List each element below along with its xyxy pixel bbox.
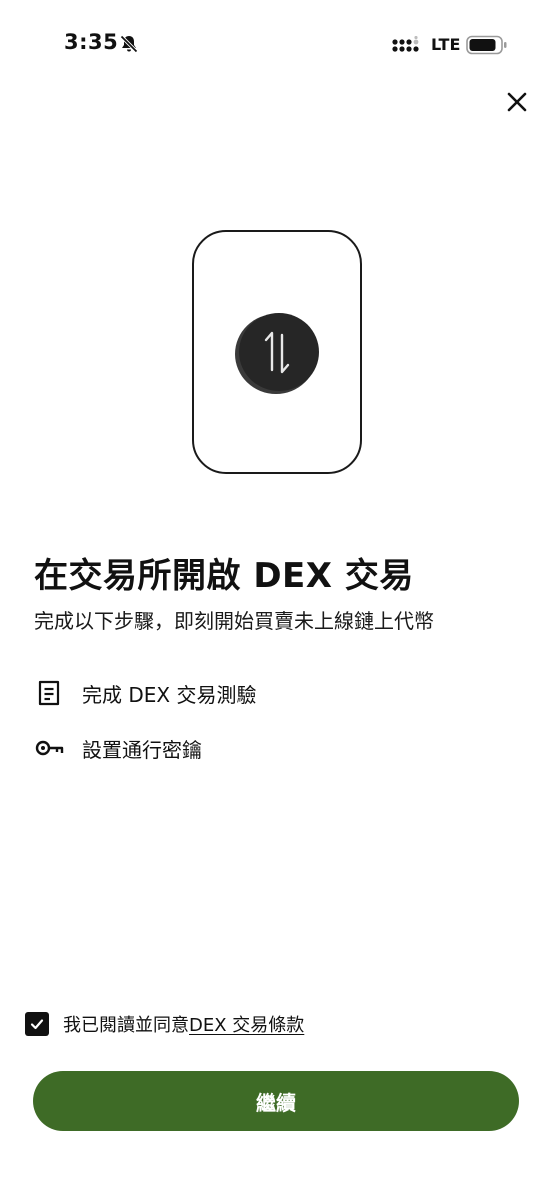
terms-link[interactable]: DEX 交易條款 — [189, 1011, 304, 1037]
page-subtitle: 完成以下步驟，即刻開始買賣未上線鏈上代幣 — [34, 609, 434, 633]
terms-text: 我已閱讀並同意 — [63, 1015, 189, 1036]
terms-checkbox[interactable] — [25, 1012, 49, 1036]
battery-icon — [466, 35, 507, 55]
status-bar: 3:35 LTE — [0, 0, 552, 90]
step-label: 完成 DEX 交易測驗 — [82, 682, 257, 707]
step-set-passkey: 設置通行密鑰 — [34, 731, 202, 765]
step-label: 設置通行密鑰 — [82, 737, 202, 762]
swap-arrows-icon — [235, 313, 319, 394]
page-title: 在交易所開啟 DEX 交易 — [34, 556, 414, 596]
bell-slash-icon — [120, 35, 138, 53]
key-icon — [35, 740, 64, 756]
network-label: LTE — [431, 35, 461, 54]
signal-icon — [392, 36, 419, 52]
close-button[interactable] — [500, 85, 534, 119]
step-complete-quiz: 完成 DEX 交易測驗 — [34, 676, 256, 710]
status-time: 3:35 — [64, 30, 119, 54]
dex-illustration — [192, 230, 362, 474]
continue-button[interactable]: 繼續 — [33, 1071, 519, 1131]
quiz-document-icon — [38, 680, 60, 706]
terms-agreement: 我已閱讀並同意 DEX 交易條款 — [25, 1011, 304, 1037]
checkmark-icon — [30, 1019, 44, 1030]
